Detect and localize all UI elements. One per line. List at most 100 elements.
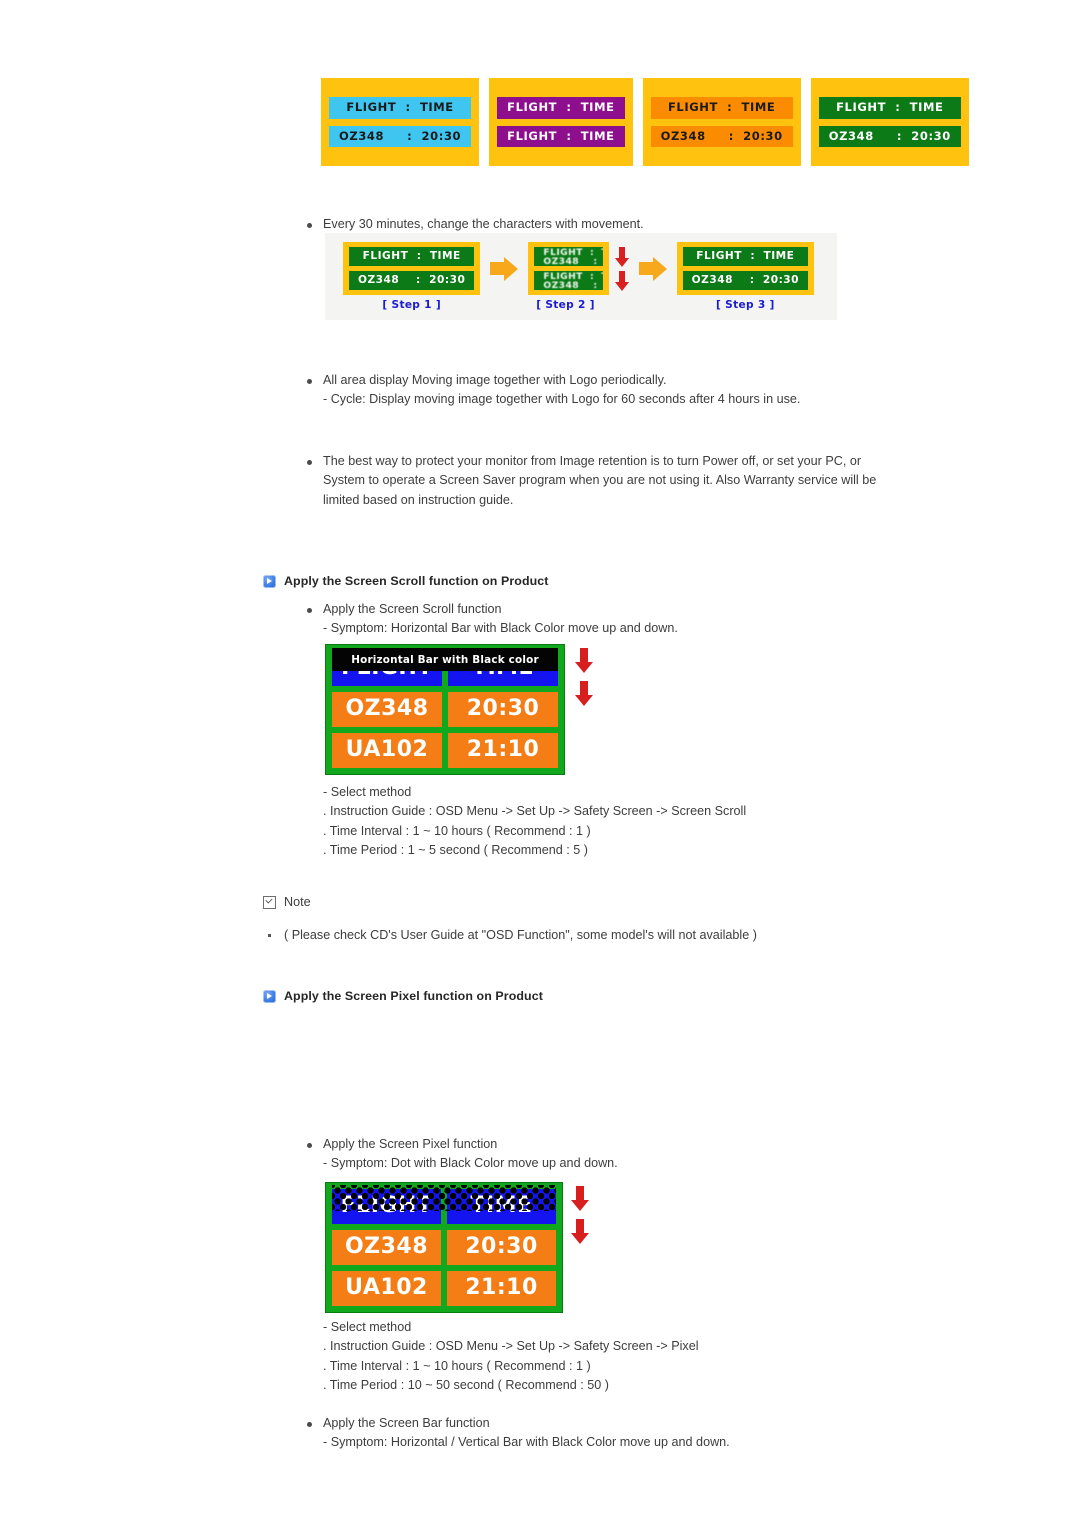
step-1: FLIGHT : TIME OZ348 : 20:30 [ Step 1 ] (343, 242, 481, 311)
cell-2030: 20:30 (448, 692, 558, 727)
flight-panel-purple: FLIGHT : TIME FLIGHT : TIME (489, 78, 633, 166)
bullet-symptom: - Symptom: Dot with Black Color move up … (323, 1156, 618, 1171)
bullet-all-area: All area display Moving image together w… (307, 371, 947, 410)
bullet-text: Apply the Screen Pixel function (323, 1137, 498, 1151)
panel-row-1: FLIGHT : TIME (818, 97, 961, 119)
red-down-arrow-icon-2 (571, 1219, 589, 1244)
bullet-text: All area display Moving image together w… (323, 373, 667, 387)
step-3-row-2: OZ348 : 20:30 (682, 271, 809, 290)
method-line: - Select method (323, 1320, 412, 1334)
bullet-text: Apply the Screen Bar function (323, 1416, 490, 1430)
section-title: Apply the Screen Pixel function on Produ… (284, 989, 543, 1003)
screen-pixel-display-mock: FLIGHT TIME OZ348 20:30 UA102 21:10 (325, 1182, 589, 1313)
step-2: FLIGHT : TIME OZ348 : 20:30 FLIGHT : TIM… (528, 242, 629, 311)
step-3-label: [ Step 3 ] (716, 298, 775, 311)
step-2-row-1-line-b: OZ348 : 20:30 (543, 255, 598, 266)
bullet-best-way: The best way to protect your monitor fro… (307, 452, 947, 510)
checkbox-note-icon (263, 895, 276, 909)
bullet-apply-screen-bar: Apply the Screen Bar function - Symptom:… (307, 1414, 967, 1453)
blue-arrow-bullet-icon (263, 989, 276, 1003)
display-row: OZ348 20:30 (332, 692, 558, 727)
bullet-every-30-minutes: Every 30 minutes, change the characters … (307, 215, 927, 234)
cell-oz348: OZ348 (332, 692, 442, 727)
panel-row-2: OZ348 : 20:30 (818, 125, 961, 147)
bullet-dot-icon (307, 1422, 312, 1427)
horizontal-black-bar-overlay: Horizontal Bar with Black color (332, 648, 558, 671)
note-text: ( Please check CD's User Guide at "OSD F… (284, 928, 757, 942)
step-3-row-1: FLIGHT : TIME (682, 247, 809, 266)
cell-oz348: OZ348 (332, 1230, 441, 1265)
red-down-arrow-icon-1 (575, 648, 593, 673)
step-2-row-2-line-b: OZ348 : 20:30 (543, 279, 598, 290)
bullet-text-line-2: System to operate a Screen Saver program… (323, 473, 877, 488)
cell-ua102: UA102 (332, 733, 442, 768)
method-line: . Instruction Guide : OSD Menu -> Set Up… (323, 1339, 699, 1354)
flight-panel-strip: FLIGHT : TIME OZ348 : 20:30 FLIGHT : TIM… (321, 78, 969, 166)
red-arrows-group (571, 1186, 589, 1244)
method-line: . Time Interval : 1 ~ 10 hours ( Recomme… (323, 823, 591, 838)
bullet-apply-screen-scroll: Apply the Screen Scroll function - Sympt… (307, 600, 927, 639)
bullet-dot-icon (307, 379, 312, 384)
red-down-arrow-icon-1 (614, 246, 629, 267)
bullet-text-line-3: limited based on instruction guide. (323, 492, 514, 507)
panel-row-2: FLIGHT : TIME (497, 125, 625, 147)
panel-row-2: OZ348 : 20:30 (329, 125, 472, 147)
red-down-arrow-icon-2 (614, 270, 629, 291)
method-line: . Time Interval : 1 ~ 10 hours ( Recomme… (323, 1358, 591, 1373)
document-page: FLIGHT : TIME OZ348 : 20:30 FLIGHT : TIM… (0, 0, 1080, 1528)
display-row: UA102 21:10 (332, 733, 558, 768)
red-arrows-group (575, 648, 593, 706)
flight-panel-green: FLIGHT : TIME OZ348 : 20:30 (810, 78, 969, 166)
square-bullet-icon (268, 934, 271, 937)
step-3: FLIGHT : TIME OZ348 : 20:30 [ Step 3 ] (676, 242, 815, 311)
blue-arrow-bullet-icon (263, 574, 276, 588)
bullet-text-line-1: The best way to protect your monitor fro… (323, 454, 862, 468)
method-line: . Time Period : 10 ~ 50 second ( Recomme… (323, 1378, 609, 1393)
method-line: . Instruction Guide : OSD Menu -> Set Up… (323, 804, 747, 819)
bullet-symptom: - Symptom: Horizontal / Vertical Bar wit… (323, 1435, 730, 1450)
section-heading-screen-scroll: Apply the Screen Scroll function on Prod… (263, 574, 549, 588)
bullet-dot-icon (307, 608, 312, 613)
bullet-dot-icon (307, 460, 312, 465)
method-line: - Select method (323, 785, 412, 799)
scroll-method-list: - Select method . Instruction Guide : OS… (323, 783, 746, 861)
screen-scroll-display-mock: Horizontal Bar with Black color FLIGHT T… (325, 644, 593, 775)
step-1-row-1: FLIGHT : TIME (349, 247, 475, 266)
bullet-dot-icon (307, 223, 312, 228)
display-row: OZ348 20:30 (332, 1230, 556, 1265)
method-line: . Time Period : 1 ~ 5 second ( Recommend… (323, 843, 588, 858)
step-sequence-diagram: FLIGHT : TIME OZ348 : 20:30 [ Step 1 ] F… (325, 233, 837, 320)
bullet-apply-screen-pixel: Apply the Screen Pixel function - Sympto… (307, 1135, 927, 1174)
step-2-label: [ Step 2 ] (536, 299, 595, 311)
section-title: Apply the Screen Scroll function on Prod… (284, 574, 549, 588)
step-1-label: [ Step 1 ] (382, 298, 441, 311)
cell-2110: 21:10 (448, 733, 558, 768)
note-header: Note (263, 895, 311, 909)
panel-row-1: FLIGHT : TIME (650, 97, 793, 119)
orange-arrow-icon-1 (490, 256, 519, 281)
bullet-text: Every 30 minutes, change the characters … (323, 217, 644, 231)
note-body: ( Please check CD's User Guide at "OSD F… (268, 926, 968, 945)
section-heading-screen-pixel: Apply the Screen Pixel function on Produ… (263, 989, 543, 1003)
red-arrows-group (614, 246, 629, 291)
step-2-row-1: FLIGHT : TIME OZ348 : 20:30 (534, 247, 603, 266)
pixel-method-list: - Select method . Instruction Guide : OS… (323, 1318, 699, 1396)
step-3-display: FLIGHT : TIME OZ348 : 20:30 (676, 242, 815, 295)
flight-panel-cyan: FLIGHT : TIME OZ348 : 20:30 (321, 78, 480, 166)
cell-2110: 21:10 (447, 1271, 556, 1306)
bullet-text: Apply the Screen Scroll function (323, 602, 502, 616)
bullet-subtext: - Cycle: Display moving image together w… (323, 392, 801, 407)
black-dot-field-overlay (332, 1185, 556, 1211)
panel-row-1: FLIGHT : TIME (329, 97, 472, 119)
flight-panel-orange: FLIGHT : TIME OZ348 : 20:30 (642, 78, 801, 166)
note-label: Note (284, 895, 311, 909)
bullet-symptom: - Symptom: Horizontal Bar with Black Col… (323, 621, 678, 636)
display-row: UA102 21:10 (332, 1271, 556, 1306)
display-board: FLIGHT TIME OZ348 20:30 UA102 21:10 (325, 1182, 563, 1313)
display-board: Horizontal Bar with Black color FLIGHT T… (325, 644, 565, 775)
panel-row-1: FLIGHT : TIME (497, 97, 625, 119)
panel-row-2: OZ348 : 20:30 (650, 125, 793, 147)
red-down-arrow-icon-1 (571, 1186, 589, 1211)
step-1-row-2: OZ348 : 20:30 (349, 271, 475, 290)
orange-arrow-icon-2 (638, 256, 667, 281)
